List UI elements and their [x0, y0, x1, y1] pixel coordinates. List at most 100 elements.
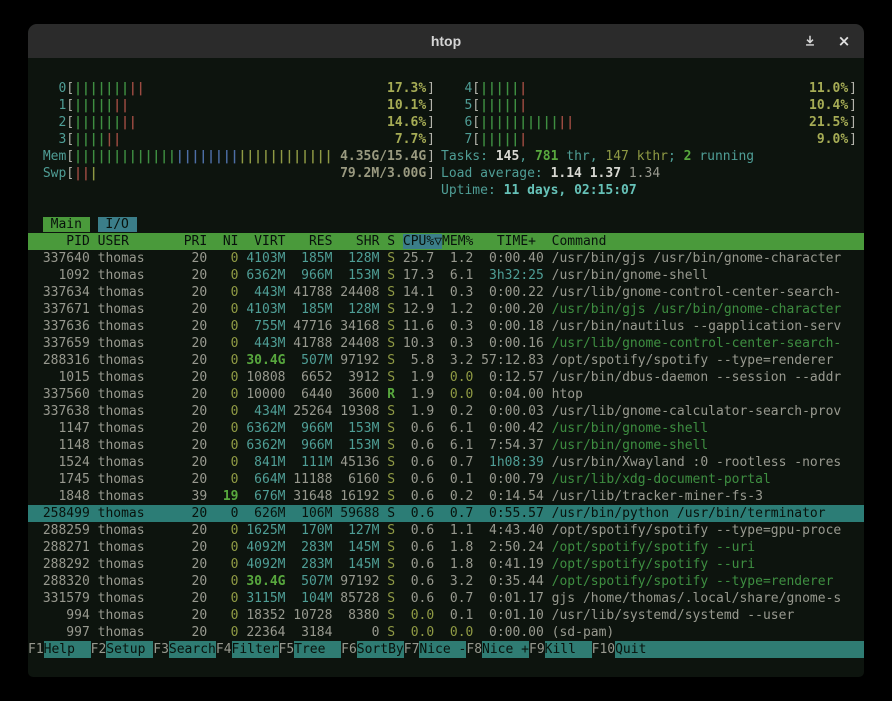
column-header-pid[interactable]: PID — [35, 234, 90, 249]
column-header-virt[interactable]: VIRT — [239, 234, 286, 249]
cell-virt: 755M — [239, 319, 286, 334]
cell-shr: 24408 — [332, 336, 379, 351]
process-row[interactable]: 1148 thomas 20 0 6362M 966M 153M S 0.6 6… — [28, 437, 864, 454]
cell-pid: 337560 — [35, 387, 90, 402]
cell-time: 0:00.22 — [473, 285, 543, 300]
fkey-f1[interactable]: F1Help — [28, 641, 91, 658]
fkey-action-label: Setup — [106, 641, 153, 658]
tasks-summary-segment: Tasks: — [441, 149, 496, 164]
cell-ni: 0 — [207, 557, 238, 572]
cell-command: htop — [544, 387, 583, 402]
fkey-f7[interactable]: F7Nice - — [404, 641, 467, 658]
process-row[interactable]: 258499 thomas 20 0 626M 106M 59688 S 0.6… — [28, 505, 864, 522]
cell-pid: 1848 — [35, 489, 90, 504]
process-row[interactable]: 337640 thomas 20 0 4103M 185M 128M S 25.… — [28, 250, 864, 267]
cell-ni: 0 — [207, 455, 238, 470]
process-row[interactable]: 288320 thomas 20 0 30.4G 507M 97192 S 0.… — [28, 573, 864, 590]
process-row[interactable]: 288316 thomas 20 0 30.4G 507M 97192 S 5.… — [28, 352, 864, 369]
meter-open-bracket: [ — [66, 148, 74, 165]
fkey-f9[interactable]: F9Kill — [529, 641, 592, 658]
process-row[interactable]: 337638 thomas 20 0 434M 25264 19308 S 1.… — [28, 403, 864, 420]
tab-io[interactable]: I/O — [98, 217, 137, 232]
close-icon[interactable]: × — [834, 31, 854, 51]
cell-user: thomas — [90, 285, 184, 300]
process-row[interactable]: 1015 thomas 20 0 10808 6652 3912 S 1.9 0… — [28, 369, 864, 386]
fkey-f8[interactable]: F8Nice + — [466, 641, 529, 658]
header-space — [395, 234, 403, 249]
blank-line — [35, 199, 857, 216]
cell-state: S — [379, 472, 395, 487]
process-row[interactable]: 288271 thomas 20 0 4092M 283M 145M S 0.6… — [28, 539, 864, 556]
cell-command: gjs /home/thomas/.local/share/gnome-s — [544, 591, 841, 606]
cell-state: S — [379, 285, 395, 300]
fkey-f5[interactable]: F5Tree — [279, 641, 342, 658]
column-header-mem[interactable]: MEM% — [442, 234, 473, 249]
process-row[interactable]: 288292 thomas 20 0 4092M 283M 145M S 0.6… — [28, 556, 864, 573]
meter-open-bracket: [ — [66, 131, 74, 148]
column-header-cpu[interactable]: CPU%▽ — [403, 234, 442, 249]
column-header-state[interactable]: S — [379, 234, 395, 249]
fkey-f3[interactable]: F3Search — [153, 641, 216, 658]
fkey-bar-fill — [662, 641, 864, 658]
cell-virt: 22364 — [239, 625, 286, 640]
cell-pri: 20 — [184, 302, 207, 317]
process-row[interactable]: 337634 thomas 20 0 443M 41788 24408 S 14… — [28, 284, 864, 301]
process-row[interactable]: 1848 thomas 39 19 676M 31648 16192 S 0.6… — [28, 488, 864, 505]
meter-open-bracket: [ — [66, 80, 74, 97]
fkey-f4[interactable]: F4Filter — [216, 641, 279, 658]
minimize-icon[interactable] — [800, 31, 820, 51]
fkey-f6[interactable]: F6SortBy — [341, 641, 404, 658]
process-row[interactable]: 288259 thomas 20 0 1625M 170M 127M S 0.6… — [28, 522, 864, 539]
column-header-user[interactable]: USER — [90, 234, 184, 249]
meter-green-bars: |||||| — [74, 115, 121, 130]
process-row[interactable]: 997 thomas 20 0 22364 3184 0 S 0.0 0.0 0… — [28, 624, 864, 641]
process-row[interactable]: 337636 thomas 20 0 755M 47716 34168 S 11… — [28, 318, 864, 335]
column-header-pri[interactable]: PRI — [184, 234, 207, 249]
cell-mem-percent: 6.1 — [434, 268, 473, 283]
cell-shr: 6160 — [332, 472, 379, 487]
fkey-key-label: F2 — [91, 641, 107, 658]
process-row[interactable]: 337560 thomas 20 0 10000 6440 3600 R 1.9… — [28, 386, 864, 403]
column-header-res[interactable]: RES — [285, 234, 332, 249]
cell-virt: 443M — [239, 336, 286, 351]
cell-user: thomas — [90, 336, 184, 351]
cell-command: /usr/lib/gnome-control-center-search- — [544, 336, 841, 351]
cell-state: S — [379, 336, 395, 351]
meters-right-column: 4[||||||11.0%]5[||||||10.4%]6[||||||||||… — [441, 80, 857, 199]
tab-main[interactable]: Main — [43, 217, 90, 232]
cell-shr: 59688 — [332, 506, 379, 521]
cell-user: thomas — [90, 591, 184, 606]
swap-meter-bar: |||79.2M/3.00G — [74, 165, 427, 182]
meter-red-bars: | — [519, 132, 527, 147]
process-row[interactable]: 1524 thomas 20 0 841M 111M 45136 S 0.6 0… — [28, 454, 864, 471]
meter-olive-bars: | — [90, 166, 98, 181]
tab-gap — [90, 217, 98, 232]
fkey-key-label: F8 — [466, 641, 482, 658]
process-row[interactable]: 337671 thomas 20 0 4103M 185M 128M S 12.… — [28, 301, 864, 318]
column-header-command[interactable]: Command — [544, 234, 607, 249]
column-header-ni[interactable]: NI — [207, 234, 238, 249]
process-row[interactable]: 337659 thomas 20 0 443M 41788 24408 S 10… — [28, 335, 864, 352]
cell-shr: 97192 — [332, 353, 379, 368]
process-row[interactable]: 994 thomas 20 0 18352 10728 8380 S 0.0 0… — [28, 607, 864, 624]
cell-pid: 337634 — [35, 285, 90, 300]
cell-cpu-percent: 0.6 — [395, 421, 434, 436]
column-header-shr[interactable]: SHR — [332, 234, 379, 249]
cpu-meter-label: 0 — [35, 80, 66, 97]
process-row[interactable]: 1092 thomas 20 0 6362M 966M 153M S 17.3 … — [28, 267, 864, 284]
column-header-time[interactable]: TIME+ — [473, 234, 543, 249]
cell-virt: 6362M — [239, 268, 286, 283]
meter-close-bracket: ] — [427, 131, 435, 148]
window-titlebar[interactable]: htop × — [28, 24, 864, 58]
cell-res: 6440 — [285, 387, 332, 402]
process-row[interactable]: 1745 thomas 20 0 664M 11188 6160 S 0.6 0… — [28, 471, 864, 488]
fkey-f10[interactable]: F10Quit — [592, 641, 662, 658]
cell-time: 0:00.20 — [473, 302, 543, 317]
tasks-summary-segment: 2 — [684, 149, 692, 164]
cell-state: S — [379, 438, 395, 453]
cell-ni: 0 — [207, 387, 238, 402]
fkey-f2[interactable]: F2Setup — [91, 641, 154, 658]
process-row[interactable]: 1147 thomas 20 0 6362M 966M 153M S 0.6 6… — [28, 420, 864, 437]
tasks-summary-segment: running — [692, 149, 755, 164]
process-row[interactable]: 331579 thomas 20 0 3115M 104M 85728 S 0.… — [28, 590, 864, 607]
